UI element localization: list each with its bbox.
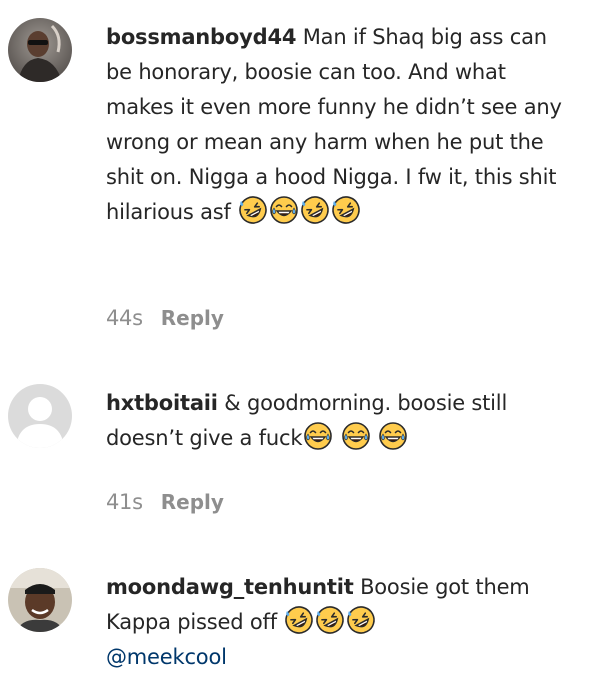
- profile-photo-icon: [8, 568, 72, 632]
- tears-of-joy-emoji-icon: [378, 421, 408, 451]
- profile-photo-icon: [8, 18, 72, 82]
- tears-of-joy-emoji-icon: [341, 421, 371, 451]
- mention-link[interactable]: @meekcool: [106, 645, 227, 669]
- comment-list: bossmanboyd44 Man if Shaq big ass can be…: [0, 0, 600, 690]
- rolling-laughing-emoji-icon: [300, 195, 330, 225]
- timestamp[interactable]: 44s: [106, 306, 143, 330]
- username[interactable]: bossmanboyd44: [106, 25, 296, 49]
- rolling-laughing-emoji-icon: [346, 605, 376, 635]
- rolling-laughing-emoji-icon: [331, 195, 361, 225]
- reply-button[interactable]: Reply: [161, 490, 224, 514]
- username[interactable]: moondawg_tenhuntit: [106, 575, 354, 599]
- default-avatar-icon: [8, 384, 72, 448]
- rolling-laughing-emoji-icon: [315, 605, 345, 635]
- timestamp[interactable]: 41s: [106, 490, 143, 514]
- avatar[interactable]: [8, 18, 72, 82]
- rolling-laughing-emoji-icon: [284, 605, 314, 635]
- avatar[interactable]: [8, 384, 72, 448]
- comment-meta: 41s Reply: [106, 490, 224, 514]
- username[interactable]: hxtboitaii: [106, 391, 218, 415]
- comment-body: hxtboitaii & goodmorning. boosie still d…: [106, 386, 576, 456]
- comment-body: bossmanboyd44 Man if Shaq big ass can be…: [106, 20, 576, 230]
- comment-body: moondawg_tenhuntit Boosie got them Kappa…: [106, 570, 576, 675]
- avatar[interactable]: [8, 568, 72, 632]
- tears-of-joy-emoji-icon: [303, 421, 333, 451]
- reply-button[interactable]: Reply: [161, 306, 224, 330]
- rolling-laughing-emoji-icon: [238, 195, 268, 225]
- tears-of-joy-emoji-icon: [269, 195, 299, 225]
- comment-meta: 44s Reply: [106, 306, 224, 330]
